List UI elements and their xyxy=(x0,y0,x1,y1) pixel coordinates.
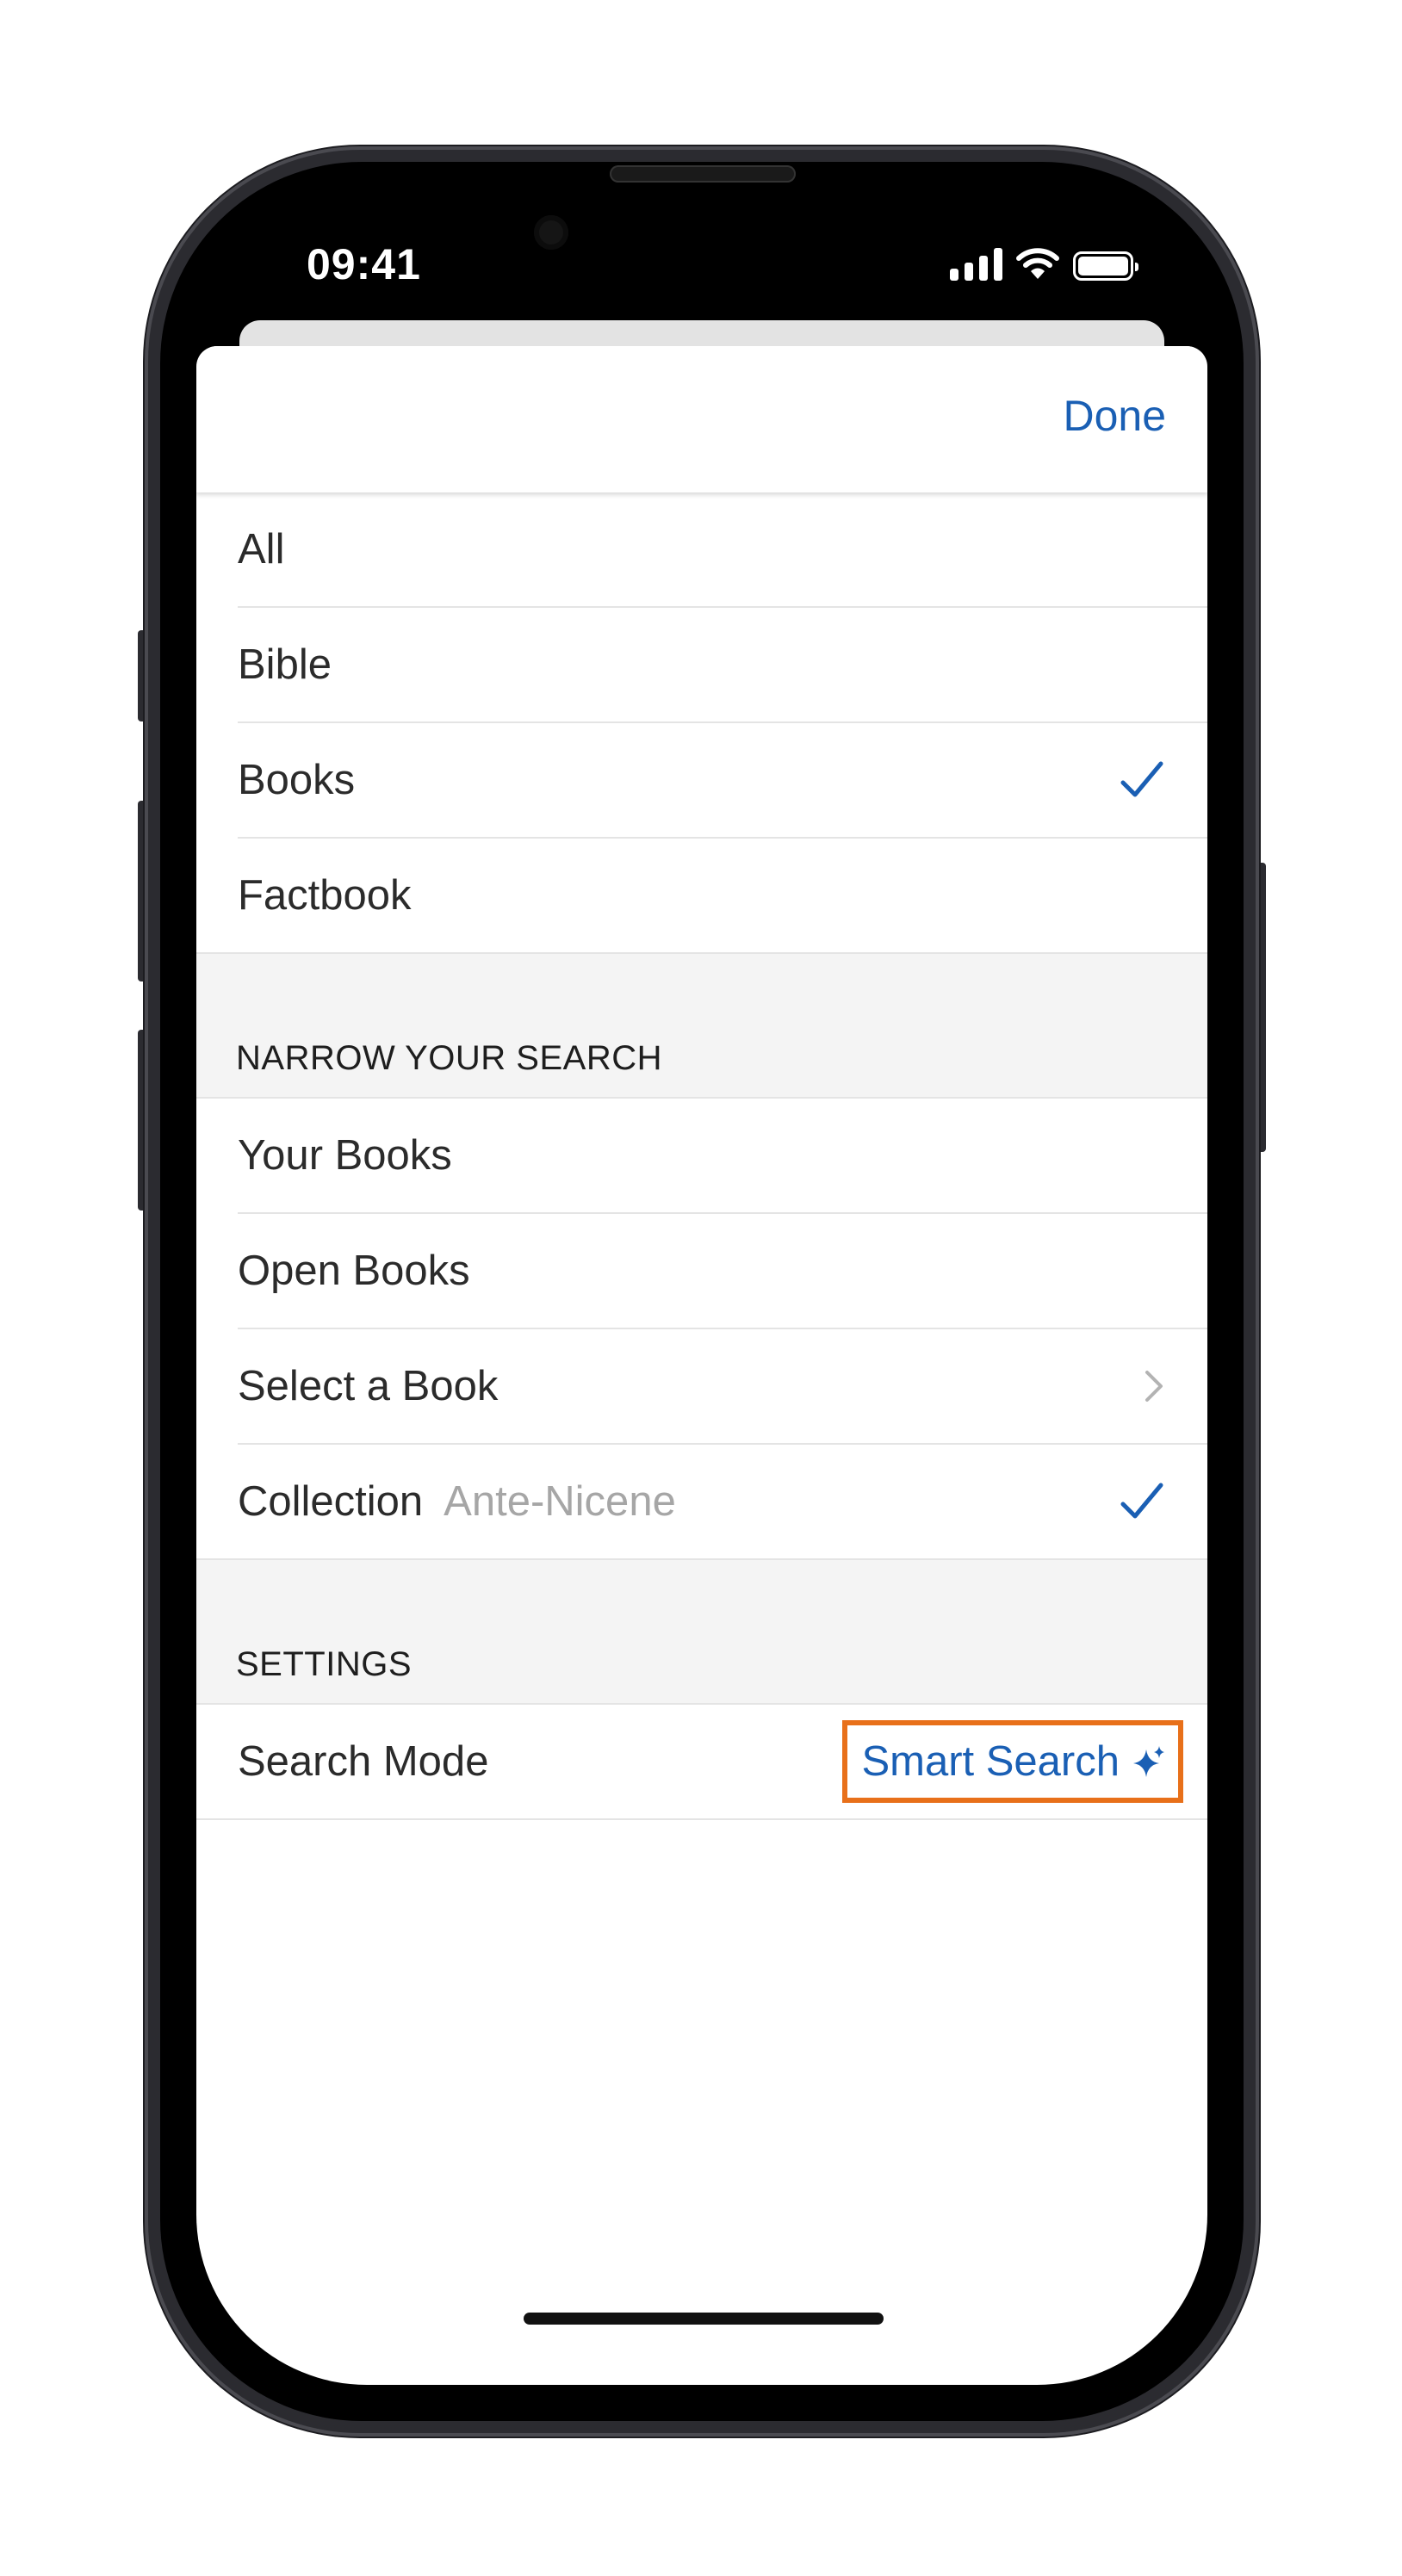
search-mode-selector[interactable]: Smart Search xyxy=(842,1720,1183,1803)
scope-item-label: Factbook xyxy=(238,872,412,919)
narrow-item-label: Select a Book xyxy=(238,1363,499,1409)
narrow-item-your-books[interactable]: Your Books xyxy=(196,1099,1207,1212)
battery-icon xyxy=(1073,251,1138,281)
search-mode-label: Search Mode xyxy=(238,1738,489,1785)
sheet-nav-bar: Done xyxy=(196,346,1207,492)
wifi-icon xyxy=(1016,248,1059,279)
narrow-item-label: Open Books xyxy=(238,1248,470,1294)
scope-item-label: Books xyxy=(238,757,356,803)
divider xyxy=(196,1818,1207,1820)
setting-search-mode: Search Mode Smart Search xyxy=(196,1705,1207,1818)
scope-item-all[interactable]: All xyxy=(196,492,1207,606)
narrow-item-collection[interactable]: Collection Ante-Nicene xyxy=(196,1445,1207,1558)
scope-item-label: Bible xyxy=(238,641,332,688)
checkmark-icon xyxy=(1120,1482,1164,1521)
section-header-settings: SETTINGS xyxy=(196,1560,1207,1703)
search-options-sheet: Done All Bible Books Factbook NARROW YOU… xyxy=(196,346,1207,2385)
done-button[interactable]: Done xyxy=(1063,391,1166,441)
narrow-item-open-books[interactable]: Open Books xyxy=(196,1214,1207,1328)
status-icons xyxy=(950,246,1138,281)
scope-item-books[interactable]: Books xyxy=(196,723,1207,837)
sparkle-icon xyxy=(1133,1746,1164,1777)
chevron-right-icon xyxy=(1144,1369,1164,1403)
phone-screen: 09:41 Done All Bible Books Factbook NARR… xyxy=(196,198,1207,2385)
narrow-item-select-book[interactable]: Select a Book xyxy=(196,1329,1207,1443)
scope-item-label: All xyxy=(238,526,285,573)
section-header-narrow: NARROW YOUR SEARCH xyxy=(196,954,1207,1097)
earpiece-speaker xyxy=(610,165,796,183)
narrow-item-label: Collection xyxy=(238,1478,424,1525)
front-camera xyxy=(534,215,568,250)
collection-value: Ante-Nicene xyxy=(444,1478,676,1525)
checkmark-icon xyxy=(1120,760,1164,800)
section-header-label: SETTINGS xyxy=(236,1645,413,1683)
search-mode-value: Smart Search xyxy=(861,1738,1120,1785)
section-header-label: NARROW YOUR SEARCH xyxy=(236,1039,662,1077)
home-indicator xyxy=(524,2313,884,2325)
cellular-signal-icon xyxy=(950,248,1002,281)
narrow-item-label: Your Books xyxy=(238,1132,452,1179)
status-time: 09:41 xyxy=(307,240,421,288)
scope-item-bible[interactable]: Bible xyxy=(196,608,1207,721)
scope-item-factbook[interactable]: Factbook xyxy=(196,839,1207,952)
